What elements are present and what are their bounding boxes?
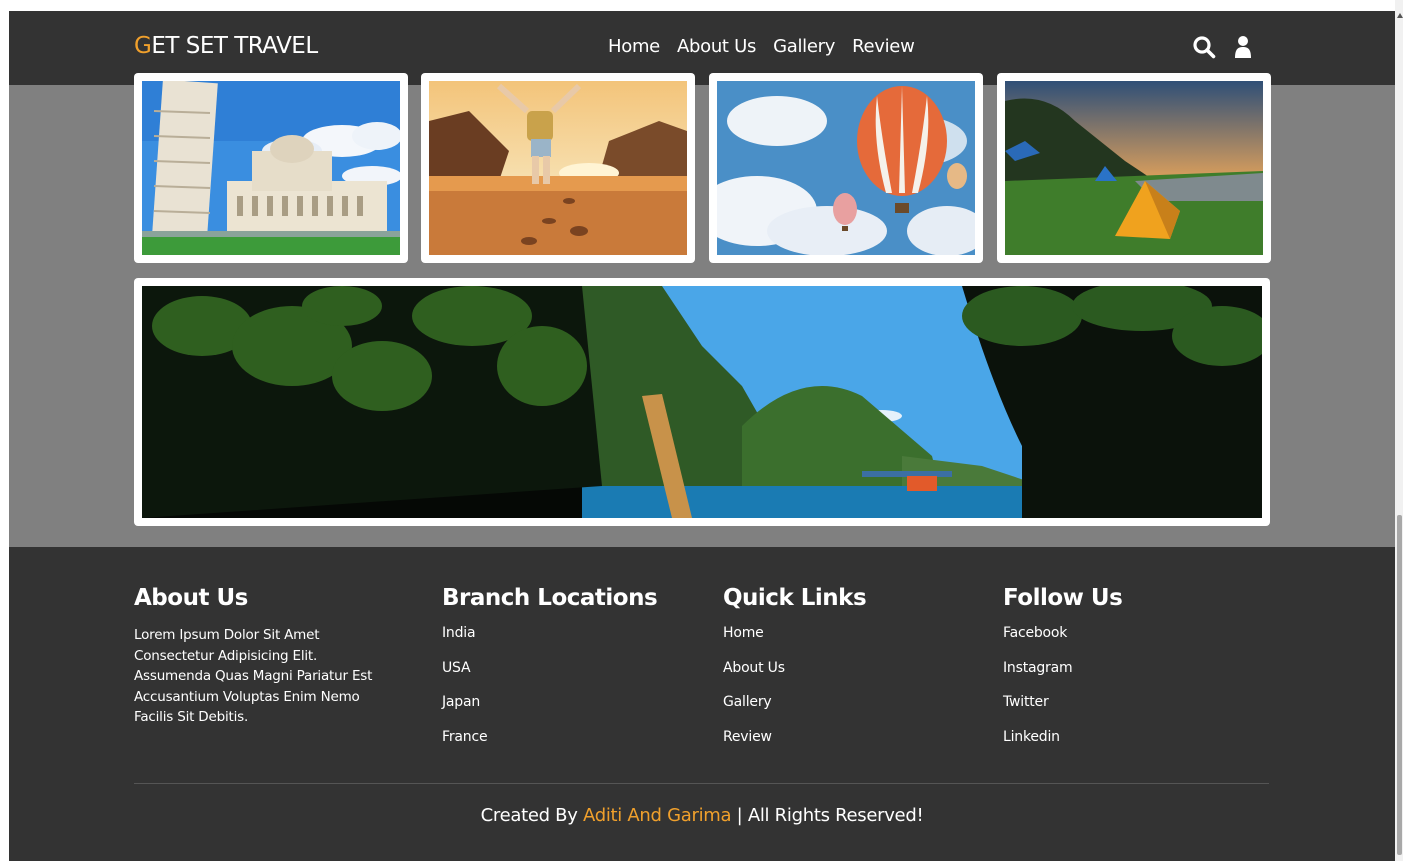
island-lagoon-image <box>142 286 1262 518</box>
credit-prefix: Created By <box>480 805 584 826</box>
gallery-card-panorama[interactable] <box>134 278 1270 526</box>
page: GET SET TRAVEL Home About Us Gallery Rev… <box>0 0 1403 861</box>
search-icon[interactable] <box>1192 35 1216 59</box>
footer-follow: Follow Us Facebook Instagram Twitter Lin… <box>1003 585 1123 764</box>
footer-about: About Us Lorem Ipsum Dolor Sit Amet Cons… <box>134 585 394 728</box>
logo-text: ET SET TRAVEL <box>151 33 318 59</box>
scroll-up-arrow-icon[interactable] <box>1397 13 1403 18</box>
gallery-card-balloon[interactable] <box>709 73 983 263</box>
nav-gallery[interactable]: Gallery <box>773 36 835 57</box>
camping-tent-image <box>1005 81 1263 255</box>
quick-link[interactable]: About Us <box>723 660 866 695</box>
main-nav: Home About Us Gallery Review <box>608 36 915 57</box>
site-footer: About Us Lorem Ipsum Dolor Sit Amet Cons… <box>9 547 1395 861</box>
site-logo[interactable]: GET SET TRAVEL <box>134 33 318 59</box>
branch-link[interactable]: Japan <box>442 694 657 729</box>
branch-link[interactable]: India <box>442 625 657 660</box>
quick-link[interactable]: Gallery <box>723 694 866 729</box>
footer-credit: Created By Aditi And Garima | All Rights… <box>9 805 1395 826</box>
footer-about-title: About Us <box>134 585 248 611</box>
nav-about-us[interactable]: About Us <box>677 36 756 57</box>
traveler-beach-image <box>429 81 687 255</box>
quick-link[interactable]: Review <box>723 729 866 764</box>
footer-quick-links: Quick Links Home About Us Gallery Review <box>723 585 867 764</box>
credit-names: Aditi And Garima <box>583 805 732 826</box>
leaning-tower-pisa-image <box>142 81 400 255</box>
footer-about-text: Lorem Ipsum Dolor Sit Amet Consectetur A… <box>134 627 373 725</box>
nav-home[interactable]: Home <box>608 36 660 57</box>
quick-links-list: Home About Us Gallery Review <box>723 625 866 764</box>
social-list: Facebook Instagram Twitter Linkedin <box>1003 625 1122 764</box>
social-link-linkedin[interactable]: Linkedin <box>1003 729 1122 764</box>
left-strip <box>0 0 9 861</box>
nav-review[interactable]: Review <box>852 36 915 57</box>
footer-branches-title: Branch Locations <box>442 585 658 611</box>
scrollbar-thumb[interactable] <box>1397 515 1402 855</box>
branch-link[interactable]: France <box>442 729 657 764</box>
header-icons <box>1192 35 1252 59</box>
footer-divider <box>134 783 1269 784</box>
social-link-facebook[interactable]: Facebook <box>1003 625 1122 660</box>
gallery-section <box>9 73 1395 547</box>
quick-link[interactable]: Home <box>723 625 866 660</box>
hot-air-balloon-image <box>717 81 975 255</box>
gallery-card-pisa[interactable] <box>134 73 408 263</box>
branch-list: India USA Japan France <box>442 625 657 764</box>
branch-link[interactable]: USA <box>442 660 657 695</box>
social-link-twitter[interactable]: Twitter <box>1003 694 1122 729</box>
social-link-instagram[interactable]: Instagram <box>1003 660 1122 695</box>
user-icon[interactable] <box>1234 35 1252 59</box>
logo-accent-letter: G <box>134 33 152 59</box>
gallery-card-camping[interactable] <box>997 73 1271 263</box>
footer-quick-links-title: Quick Links <box>723 585 867 611</box>
footer-follow-title: Follow Us <box>1003 585 1123 611</box>
footer-branches: Branch Locations India USA Japan France <box>442 585 658 764</box>
credit-suffix: | All Rights Reserved! <box>731 805 924 826</box>
gallery-card-traveler[interactable] <box>421 73 695 263</box>
